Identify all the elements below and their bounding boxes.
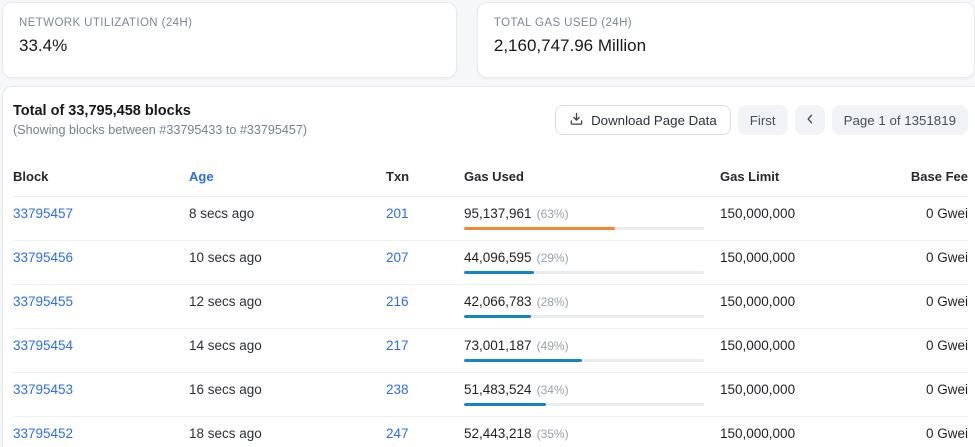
column-header-base-fee: Base Fee <box>844 169 968 184</box>
download-icon <box>569 111 584 129</box>
gas-used-value: 51,483,524 <box>464 382 532 397</box>
pagination-first-button[interactable]: First <box>738 105 788 135</box>
base-fee-value: 0 Gwei <box>844 426 968 441</box>
block-age: 12 secs ago <box>189 294 386 309</box>
gas-used-percent: (63%) <box>537 207 569 221</box>
gas-used-bar <box>464 271 704 274</box>
gas-used-percent: (28%) <box>537 295 569 309</box>
blocks-summary: Total of 33,795,458 blocks (Showing bloc… <box>13 101 307 139</box>
block-age: 16 secs ago <box>189 382 386 397</box>
gas-used-bar-fill <box>464 359 582 362</box>
gas-used-bar-fill <box>464 403 546 406</box>
gas-limit-value: 150,000,000 <box>720 250 844 265</box>
gas-limit-value: 150,000,000 <box>720 426 844 441</box>
gas-used-percent: (49%) <box>537 339 569 353</box>
gas-used-percent: (29%) <box>537 251 569 265</box>
page-indicator: Page 1 of 1351819 <box>832 105 968 135</box>
column-header-txn: Txn <box>386 169 464 184</box>
gas-limit-value: 150,000,000 <box>720 338 844 353</box>
block-number-link[interactable]: 33795457 <box>13 206 73 221</box>
download-button-label: Download Page Data <box>591 113 717 128</box>
gas-used-value: 42,066,783 <box>464 294 532 309</box>
gas-used-value: 52,443,218 <box>464 426 532 441</box>
txn-count-link[interactable]: 247 <box>386 426 409 441</box>
download-page-data-button[interactable]: Download Page Data <box>555 105 731 135</box>
network-utilization-value: 33.4% <box>19 36 440 56</box>
gas-used-bar <box>464 403 704 406</box>
gas-used-bar-fill <box>464 227 615 230</box>
gas-limit-value: 150,000,000 <box>720 206 844 221</box>
stats-row: NETWORK UTILIZATION (24H) 33.4% TOTAL GA… <box>0 0 975 78</box>
blocks-range-text: (Showing blocks between #33795433 to #33… <box>13 122 307 139</box>
block-number-link[interactable]: 33795453 <box>13 382 73 397</box>
gas-used-bar <box>464 315 704 318</box>
gas-used-cell: 95,137,961 (63%) <box>464 206 720 230</box>
txn-count-link[interactable]: 207 <box>386 250 409 265</box>
gas-limit-value: 150,000,000 <box>720 294 844 309</box>
gas-used-value: 73,001,187 <box>464 338 532 353</box>
block-age: 18 secs ago <box>189 426 386 441</box>
table-row: 33795453 16 secs ago 238 51,483,524 (34%… <box>13 373 968 417</box>
table-row: 33795454 14 secs ago 217 73,001,187 (49%… <box>13 329 968 373</box>
network-utilization-label: NETWORK UTILIZATION (24H) <box>19 17 440 29</box>
blocks-panel: Total of 33,795,458 blocks (Showing bloc… <box>2 86 975 447</box>
gas-used-bar-fill <box>464 271 534 274</box>
gas-used-value: 44,096,595 <box>464 250 532 265</box>
gas-used-cell: 73,001,187 (49%) <box>464 338 720 362</box>
txn-count-link[interactable]: 216 <box>386 294 409 309</box>
gas-limit-value: 150,000,000 <box>720 382 844 397</box>
table-body: 33795457 8 secs ago 201 95,137,961 (63%)… <box>13 197 968 447</box>
table-row: 33795456 10 secs ago 207 44,096,595 (29%… <box>13 241 968 285</box>
block-number-link[interactable]: 33795452 <box>13 426 73 441</box>
table-header-row: Block Age Txn Gas Used Gas Limit Base Fe… <box>13 154 968 197</box>
column-header-gas-used: Gas Used <box>464 169 720 184</box>
block-number-link[interactable]: 33795454 <box>13 338 73 353</box>
gas-used-percent: (35%) <box>537 427 569 441</box>
blocks-panel-header: Total of 33,795,458 blocks (Showing bloc… <box>13 101 968 139</box>
table-row: 33795455 12 secs ago 216 42,066,783 (28%… <box>13 285 968 329</box>
txn-count-link[interactable]: 217 <box>386 338 409 353</box>
gas-used-cell: 42,066,783 (28%) <box>464 294 720 318</box>
blocks-panel-actions: Download Page Data First Page 1 of 13518… <box>555 105 968 135</box>
base-fee-value: 0 Gwei <box>844 294 968 309</box>
column-header-block: Block <box>13 169 189 184</box>
block-age: 10 secs ago <box>189 250 386 265</box>
table-row: 33795457 8 secs ago 201 95,137,961 (63%)… <box>13 197 968 241</box>
txn-count-link[interactable]: 238 <box>386 382 409 397</box>
total-gas-used-value: 2,160,747.96 Million <box>494 36 958 56</box>
base-fee-value: 0 Gwei <box>844 206 968 221</box>
block-number-link[interactable]: 33795455 <box>13 294 73 309</box>
block-age: 8 secs ago <box>189 206 386 221</box>
column-header-age[interactable]: Age <box>189 169 386 184</box>
column-header-gas-limit: Gas Limit <box>720 169 844 184</box>
base-fee-value: 0 Gwei <box>844 338 968 353</box>
blocks-total-text: Total of 33,795,458 blocks <box>13 101 307 121</box>
network-utilization-card: NETWORK UTILIZATION (24H) 33.4% <box>2 2 457 78</box>
total-gas-used-label: TOTAL GAS USED (24H) <box>494 17 958 29</box>
gas-used-cell: 52,443,218 (35%) <box>464 426 720 447</box>
block-number-link[interactable]: 33795456 <box>13 250 73 265</box>
base-fee-value: 0 Gwei <box>844 382 968 397</box>
chevron-left-icon <box>804 113 816 128</box>
gas-used-cell: 51,483,524 (34%) <box>464 382 720 406</box>
gas-used-bar <box>464 227 704 230</box>
table-row: 33795452 18 secs ago 247 52,443,218 (35%… <box>13 417 968 447</box>
gas-used-bar-fill <box>464 315 531 318</box>
pagination-prev-button[interactable] <box>795 105 825 135</box>
base-fee-value: 0 Gwei <box>844 250 968 265</box>
txn-count-link[interactable]: 201 <box>386 206 409 221</box>
gas-used-percent: (34%) <box>537 383 569 397</box>
block-age: 14 secs ago <box>189 338 386 353</box>
gas-used-bar <box>464 359 704 362</box>
total-gas-used-card: TOTAL GAS USED (24H) 2,160,747.96 Millio… <box>477 2 975 78</box>
gas-used-cell: 44,096,595 (29%) <box>464 250 720 274</box>
gas-used-value: 95,137,961 <box>464 206 532 221</box>
